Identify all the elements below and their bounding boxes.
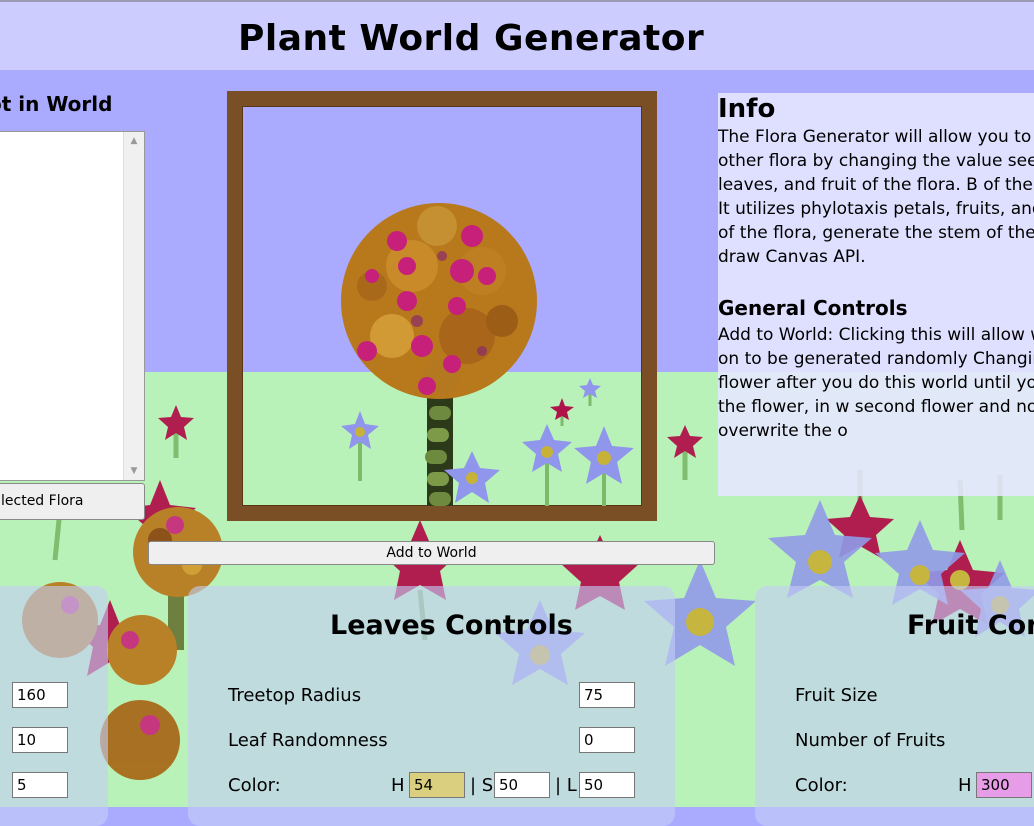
scroll-up-icon[interactable]: ▲	[124, 136, 144, 146]
leaf-color-label: Color:	[228, 775, 281, 796]
flora-listbox[interactable]: ▲ ▼	[0, 131, 145, 481]
leaf-randomness-input[interactable]	[579, 727, 635, 753]
fruit-hue-label: H	[958, 775, 972, 796]
leaf-saturation-input[interactable]	[494, 772, 550, 798]
stem-value-1-input[interactable]	[12, 682, 68, 708]
leaf-lightness-label: | L	[555, 775, 577, 796]
header-bar: Plant World Generator	[0, 0, 1034, 70]
fruit-hue-input[interactable]	[976, 772, 1032, 798]
leaves-controls-title: Leaves Controls	[330, 610, 573, 641]
info-paragraph: The Flora Generator will allow you to an…	[718, 127, 1034, 267]
leaf-lightness-input[interactable]	[579, 772, 635, 798]
leaf-hue-label: H	[391, 775, 405, 796]
flora-stem	[425, 396, 453, 506]
flora-list-title: ot in World	[0, 92, 113, 116]
stem-value-2-input[interactable]	[12, 727, 68, 753]
number-of-fruits-label: Number of Fruits	[795, 730, 946, 751]
leaf-hue-input[interactable]	[409, 772, 465, 798]
stem-value-3-input[interactable]	[12, 772, 68, 798]
page-title: Plant World Generator	[238, 18, 705, 59]
treetop-radius-label: Treetop Radius	[228, 685, 362, 706]
leaf-randomness-label: Leaf Randomness	[228, 730, 388, 751]
fruit-controls-title: Fruit Cont	[907, 610, 1034, 641]
general-controls-paragraph: Add to World: Clicking this will allow w…	[718, 325, 1034, 441]
select-flora-button[interactable]: lected Flora	[0, 483, 145, 520]
info-heading: Info	[718, 94, 776, 124]
flora-treetop	[341, 203, 537, 399]
listbox-scrollbar[interactable]: ▲ ▼	[123, 132, 144, 480]
fruit-size-label: Fruit Size	[795, 685, 878, 706]
fruit-color-label: Color:	[795, 775, 848, 796]
add-to-world-button[interactable]: Add to World	[148, 541, 715, 565]
flora-preview-canvas	[341, 203, 634, 506]
leaf-saturation-label: | S	[470, 775, 494, 796]
treetop-radius-input[interactable]	[579, 682, 635, 708]
info-panel: Info The Flora Generator will allow you …	[718, 93, 1034, 496]
scroll-down-icon[interactable]: ▼	[124, 466, 144, 476]
flora-preview-frame	[227, 91, 657, 521]
general-controls-heading: General Controls	[718, 296, 908, 320]
